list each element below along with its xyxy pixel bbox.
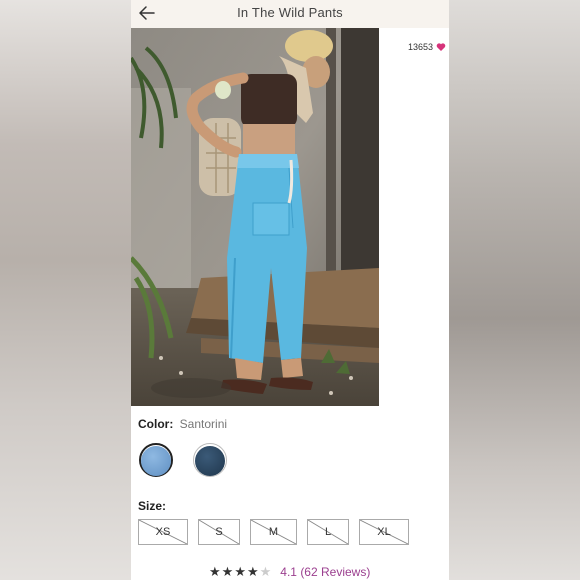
size-option-label: XS: [155, 526, 171, 538]
product-photo[interactable]: [131, 28, 379, 406]
size-option-label: S: [215, 526, 223, 538]
page-title: In The Wild Pants: [237, 5, 343, 20]
size-option-s[interactable]: S: [198, 519, 240, 545]
size-option-l[interactable]: L: [307, 519, 349, 545]
star-icon: ★: [234, 564, 247, 579]
size-option-xs[interactable]: XS: [138, 519, 188, 545]
color-label: Color:: [138, 417, 174, 431]
size-option-label: XL: [377, 526, 391, 538]
swatch-santorini[interactable]: [141, 446, 171, 476]
background-right: [449, 0, 580, 580]
like-count: 13653: [407, 42, 433, 52]
color-value: Santorini: [179, 417, 228, 431]
rating-value: 4.1: [280, 565, 297, 579]
swatch-navy[interactable]: [195, 446, 225, 476]
arrow-left-icon[interactable]: [137, 3, 157, 23]
size-option-label: M: [268, 526, 279, 538]
star-rating: ★★★★★: [209, 564, 272, 580]
product-photo-illustration: [131, 28, 379, 406]
heart-icon[interactable]: [436, 42, 446, 52]
reviews-count: (62 Reviews): [300, 565, 371, 579]
star-icon: ★: [221, 564, 235, 579]
color-selector-label: Color: Santorini: [138, 417, 227, 431]
star-icon: ★: [259, 564, 273, 579]
size-option-xl[interactable]: XL: [359, 519, 409, 545]
size-label: Size:: [138, 499, 167, 513]
like-counter[interactable]: 13653: [408, 42, 446, 52]
size-option-label: L: [324, 526, 332, 538]
rating-summary: ★★★★★ 4.1 (62 Reviews): [209, 564, 370, 580]
reviews-link[interactable]: 4.1 (62 Reviews): [280, 565, 370, 579]
star-icon: ★: [246, 564, 260, 579]
size-option-m[interactable]: M: [250, 519, 297, 545]
top-bar: In The Wild Pants: [131, 0, 449, 28]
star-icon: ★: [209, 564, 222, 579]
product-screen: In The Wild Pants 13653 Color: Santorini…: [131, 0, 449, 580]
background-left: [0, 0, 131, 580]
